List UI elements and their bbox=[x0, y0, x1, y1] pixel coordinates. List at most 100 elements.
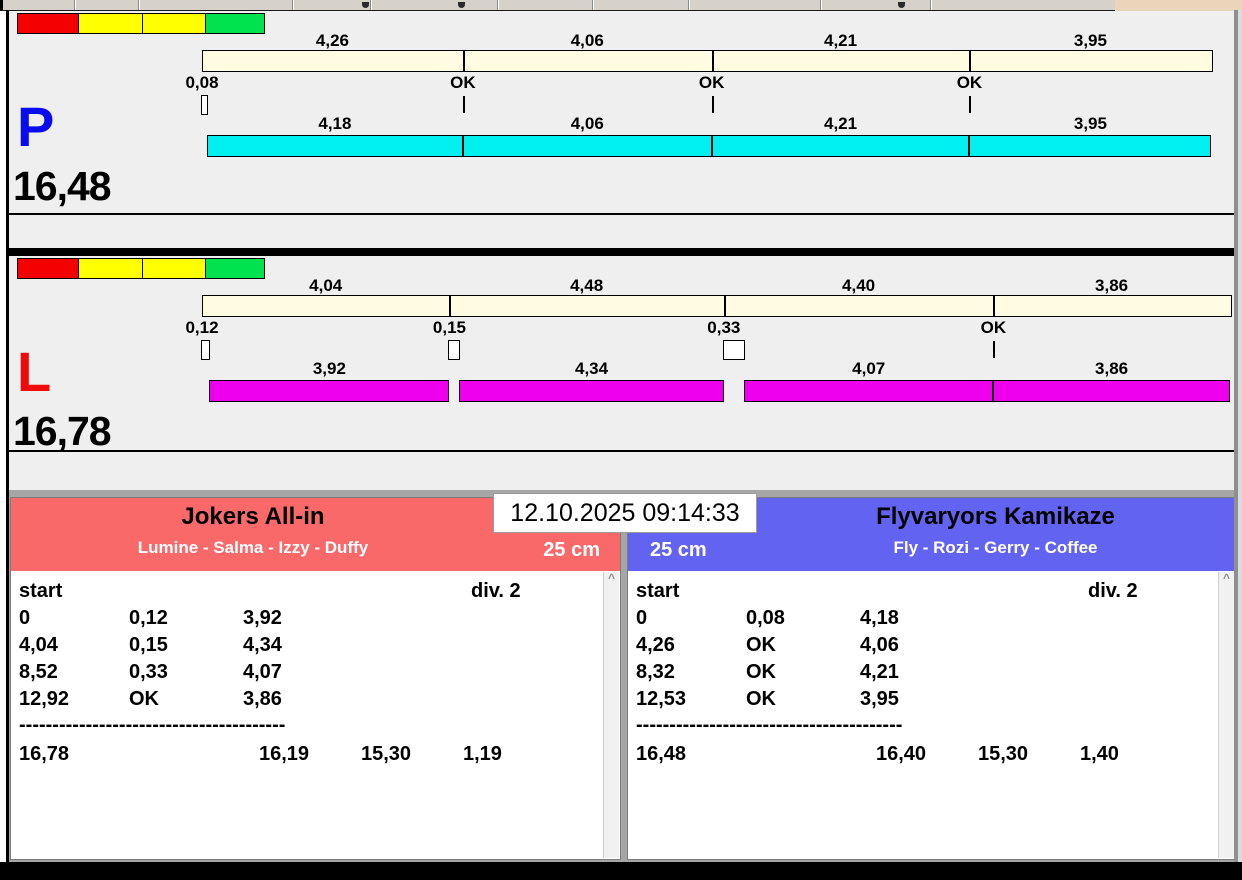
pass-label: OK bbox=[450, 73, 476, 92]
table-cell: OK bbox=[129, 688, 159, 710]
traffic-light-cell bbox=[205, 13, 265, 34]
table-cell: OK bbox=[746, 634, 776, 656]
table-scrollbar[interactable]: ^ bbox=[1218, 572, 1234, 858]
split-bar-separator bbox=[969, 51, 972, 71]
team-results-table: start div. 2 ---------------------------… bbox=[11, 571, 620, 859]
split-segment-time: 4,48 bbox=[570, 276, 604, 295]
table-total-cell: 15,30 bbox=[361, 743, 412, 765]
scroll-up-icon[interactable]: ^ bbox=[1219, 572, 1234, 585]
table-total-cell: 15,30 bbox=[978, 743, 1029, 765]
table-cell: 0 bbox=[636, 607, 648, 629]
table-cell: OK bbox=[746, 688, 776, 710]
toolbar-separator bbox=[138, 0, 140, 10]
run-time-bar-segment bbox=[993, 380, 1230, 402]
traffic-light-cell bbox=[205, 258, 265, 279]
pass-label: 0,33 bbox=[707, 318, 741, 337]
table-cell: 4,04 bbox=[19, 634, 58, 656]
pass-label: 0,15 bbox=[432, 318, 466, 337]
team-panels-frame: Jokers All-in Lumine - Salma - Izzy - Du… bbox=[8, 490, 1236, 862]
scroll-up-icon[interactable]: ^ bbox=[604, 572, 619, 585]
toolbar-separator bbox=[592, 0, 594, 10]
table-cell: 0,08 bbox=[746, 607, 785, 629]
run-segment-time: 4,07 bbox=[852, 359, 886, 378]
split-segment-time: 4,04 bbox=[309, 276, 343, 295]
pass-label: OK bbox=[698, 73, 725, 92]
run-segment-time: 3,92 bbox=[312, 359, 346, 378]
split-segment-time: 4,21 bbox=[823, 31, 858, 50]
toolbar-separator bbox=[292, 0, 294, 10]
run-time-bar-segment bbox=[458, 380, 725, 402]
table-division-label: div. 2 bbox=[1088, 580, 1138, 602]
chevron-down-icon bbox=[898, 2, 905, 8]
window-edge-right bbox=[1238, 10, 1242, 862]
traffic-light-cell bbox=[17, 13, 79, 34]
pass-label: 0,08 bbox=[185, 73, 219, 92]
table-cell: 12,53 bbox=[636, 688, 687, 710]
team-panel-right: Flyvaryors Kamikaze Fly - Rozi - Gerry -… bbox=[627, 497, 1236, 860]
lane-divider bbox=[6, 248, 1238, 256]
toolbar-separator bbox=[688, 0, 690, 10]
chevron-down-icon bbox=[458, 2, 465, 8]
table-total-cell: 1,40 bbox=[1080, 743, 1119, 765]
table-cell: OK bbox=[746, 661, 776, 683]
flyball-timing-window: P 16,48 4,26 4,06 4,21 3,95 0,08 OK OK OK 4,18 4,… bbox=[0, 0, 1242, 880]
pass-fault-box bbox=[448, 340, 460, 360]
table-cell: 4,26 bbox=[636, 634, 675, 656]
pass-ok-tick bbox=[969, 96, 972, 113]
split-bar-separator bbox=[449, 296, 452, 316]
pass-fault-box bbox=[201, 340, 211, 360]
table-start-label: start bbox=[636, 580, 680, 602]
split-bar-separator bbox=[723, 296, 726, 316]
table-cell: 4,21 bbox=[860, 661, 899, 683]
run-segment-time: 4,34 bbox=[575, 359, 609, 378]
split-segment-time: 4,26 bbox=[315, 31, 349, 50]
run-segment-time: 4,06 bbox=[570, 114, 604, 133]
table-total-cell: 16,48 bbox=[636, 743, 687, 765]
table-division-label: div. 2 bbox=[471, 580, 521, 602]
toolbar-strip[interactable] bbox=[0, 0, 1242, 11]
run-time-bar-segment bbox=[462, 135, 712, 157]
team-name: Jokers All-in bbox=[181, 503, 325, 530]
split-segment-time: 4,06 bbox=[570, 31, 604, 50]
toolbar-separator bbox=[930, 0, 932, 10]
traffic-light-cell bbox=[142, 13, 206, 34]
team-dogs: Fly - Rozi - Gerry - Coffee bbox=[893, 538, 1098, 557]
team-dogs: Lumine - Salma - Izzy - Duffy bbox=[137, 538, 369, 557]
toolbar-right-panel bbox=[1115, 0, 1242, 11]
toolbar-glyph-fragment bbox=[362, 2, 369, 8]
toolbar-separator bbox=[74, 0, 76, 10]
pass-label: OK bbox=[956, 73, 983, 92]
lane-left-l: L 16,78 4,04 4,48 4,40 3,86 0,12 0,15 0,33 OK 3,… bbox=[9, 256, 1234, 454]
table-total-cell: 16,40 bbox=[876, 743, 927, 765]
split-time-bar bbox=[202, 50, 1214, 72]
pass-label: OK bbox=[980, 318, 1007, 337]
table-cell: 0,12 bbox=[129, 607, 168, 629]
table-total-cell: 16,78 bbox=[19, 743, 70, 765]
split-bar-separator bbox=[462, 51, 465, 71]
lane-total-time: 16,48 bbox=[13, 163, 112, 209]
team-panel-left: Jokers All-in Lumine - Salma - Izzy - Du… bbox=[10, 497, 621, 860]
pass-fault-box bbox=[201, 95, 208, 115]
table-cell: 3,86 bbox=[243, 688, 282, 710]
run-segment-time: 4,18 bbox=[318, 114, 352, 133]
pass-fault-box bbox=[722, 340, 746, 360]
lane-right-p: P 16,48 4,26 4,06 4,21 3,95 0,08 OK OK OK 4,18 4,… bbox=[9, 11, 1234, 215]
run-segment-time: 3,95 bbox=[1073, 114, 1107, 133]
table-cell: 4,34 bbox=[243, 634, 282, 656]
pass-label: 0,12 bbox=[185, 318, 219, 337]
pass-ok-tick bbox=[993, 341, 996, 358]
table-cell: 8,32 bbox=[636, 661, 675, 683]
table-total-cell: 1,19 bbox=[463, 743, 502, 765]
run-segment-time: 4,21 bbox=[823, 114, 858, 133]
jump-height-badge: 25 cm bbox=[543, 539, 600, 561]
traffic-light-cell bbox=[78, 13, 143, 34]
traffic-light-strip bbox=[17, 13, 265, 34]
table-separator: ---------------------------------------- bbox=[19, 714, 286, 736]
traffic-light-cell bbox=[78, 258, 143, 279]
team-name: Flyvaryors Kamikaze bbox=[876, 503, 1115, 530]
split-segment-time: 3,95 bbox=[1073, 31, 1107, 50]
lane-total-time: 16,78 bbox=[13, 408, 112, 454]
table-separator: ---------------------------------------- bbox=[636, 714, 903, 736]
team-results-table: start div. 2 ---------------------------… bbox=[628, 571, 1235, 859]
table-scrollbar[interactable]: ^ bbox=[603, 572, 619, 858]
